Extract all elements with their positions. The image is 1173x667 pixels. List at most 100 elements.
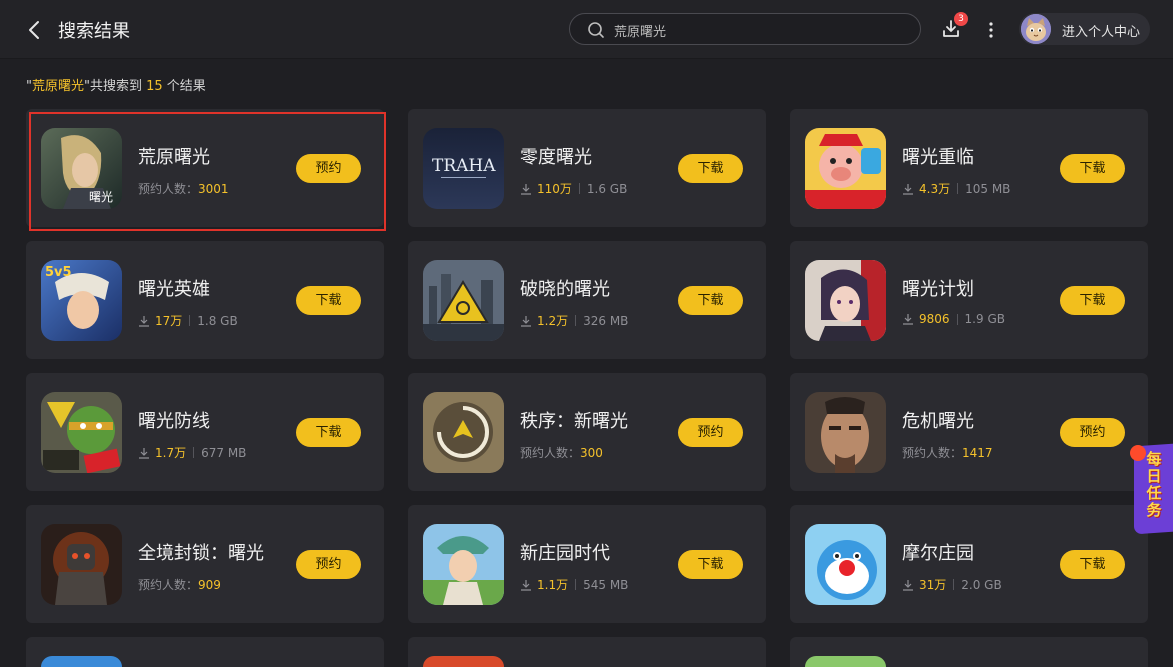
reserve-button[interactable]: 预约 — [1060, 418, 1125, 447]
game-meta: 预约人数： 1417 — [902, 444, 993, 461]
profile-center-button[interactable]: 进入个人中心 — [1019, 13, 1150, 45]
summary-count: 15 — [146, 79, 163, 94]
reserve-button[interactable]: 预约 — [296, 550, 361, 579]
game-card[interactable]: 5v5 曙光英雄 17万 1.8 GB 下载 — [26, 241, 384, 359]
game-icon-yingxiong: 5v5 — [41, 260, 122, 341]
summary-suffix: 个结果 — [162, 79, 206, 94]
file-size: 105 MB — [965, 181, 1011, 196]
download-button[interactable]: 下载 — [678, 550, 743, 579]
download-icon — [139, 315, 149, 327]
game-meta: 1.7万 677 MB — [138, 444, 246, 461]
download-icon — [903, 314, 913, 325]
game-name: 曙光重临 — [902, 147, 974, 168]
game-card-partial[interactable] — [408, 637, 766, 667]
game-meta: 1.2万 326 MB — [520, 312, 628, 329]
search-box[interactable] — [569, 13, 921, 45]
game-card[interactable]: TRAHA 零度曙光 110万 1.6 GB 下载 — [408, 109, 766, 227]
avatar-cat-icon — [1021, 14, 1051, 44]
page-title: 搜索结果 — [58, 21, 130, 42]
game-card[interactable]: 新庄园时代 1.1万 545 MB 下载 — [408, 505, 766, 623]
meta-divider — [575, 579, 577, 590]
download-button[interactable]: 下载 — [1060, 286, 1125, 315]
download-count-badge: 3 — [954, 12, 968, 26]
download-count: 4.3万 — [919, 182, 951, 196]
file-size: 2.0 GB — [961, 577, 1002, 592]
game-card[interactable]: 秩序：新曙光 预约人数： 300 预约 — [408, 373, 766, 491]
game-name: 危机曙光 — [902, 411, 974, 432]
download-button[interactable]: 下载 — [296, 418, 361, 447]
game-icon-lingdu: TRAHA — [423, 128, 504, 209]
game-card[interactable]: 摩尔庄园 31万 2.0 GB 下载 — [790, 505, 1148, 623]
game-icon-weiji — [805, 392, 886, 473]
more-vertical-icon[interactable] — [983, 19, 999, 41]
meta-divider — [193, 447, 195, 458]
game-meta: 31万 2.0 GB — [902, 576, 1002, 593]
game-icon-fangxian — [41, 392, 122, 473]
game-card[interactable]: 破晓的曙光 1.2万 326 MB 下载 — [408, 241, 766, 359]
game-icon-moer — [805, 524, 886, 605]
profile-center-label: 进入个人中心 — [1062, 25, 1141, 40]
svg-text:5v5: 5v5 — [45, 265, 72, 280]
summary-middle: "共搜索到 — [84, 79, 147, 94]
game-icon-partial — [41, 656, 122, 667]
game-card[interactable]: 曙光计划 9806 1.9 GB 下载 — [790, 241, 1148, 359]
game-icon-partial — [423, 656, 504, 667]
daily-task-label: 每日任务 — [1146, 450, 1162, 519]
game-name: 曙光英雄 — [138, 279, 210, 300]
reserve-button[interactable]: 预约 — [678, 418, 743, 447]
game-icon-huangyuan: 曙光 — [41, 128, 122, 209]
game-name: 新庄园时代 — [520, 543, 610, 564]
meta-divider — [575, 315, 577, 326]
game-meta: 4.3万 105 MB — [902, 180, 1010, 197]
game-card-partial[interactable] — [790, 637, 1148, 667]
game-name: 摩尔庄园 — [902, 543, 974, 564]
game-icon-poxiao — [423, 260, 504, 341]
download-icon — [521, 315, 531, 327]
back-arrow-icon[interactable] — [22, 16, 48, 44]
download-count: 110万 — [537, 182, 572, 196]
game-name: 全境封锁：曙光 — [138, 543, 264, 564]
file-size: 545 MB — [583, 577, 629, 592]
game-name: 荒原曙光 — [138, 147, 210, 168]
daily-task-float-button[interactable]: 每日任务 — [1128, 441, 1173, 536]
game-card[interactable]: 全境封锁：曙光 预约人数： 909 预约 — [26, 505, 384, 623]
meta-divider — [578, 183, 580, 194]
game-card-partial[interactable] — [26, 637, 384, 667]
game-card[interactable]: 曙光 荒原曙光 预约人数： 3001 预约 — [26, 109, 384, 227]
download-count: 1.1万 — [537, 578, 569, 592]
reserve-count: 909 — [198, 577, 221, 592]
game-name: 曙光防线 — [138, 411, 210, 432]
download-button[interactable]: 下载 — [1060, 550, 1125, 579]
game-meta: 预约人数： 909 — [138, 576, 221, 593]
download-icon — [903, 183, 913, 195]
meta-divider — [189, 315, 191, 326]
download-button[interactable]: 下载 — [296, 286, 361, 315]
game-meta: 110万 1.6 GB — [520, 180, 627, 197]
game-card[interactable]: 曙光防线 1.7万 677 MB 下载 — [26, 373, 384, 491]
file-size: 1.9 GB — [964, 312, 1005, 326]
download-count: 17万 — [155, 314, 183, 328]
game-icon-zhuangyuan — [423, 524, 504, 605]
download-button[interactable]: 下载 — [678, 286, 743, 315]
download-icon — [521, 579, 531, 591]
game-icon-partial — [805, 656, 886, 667]
game-icon-quanjing — [41, 524, 122, 605]
download-icon — [139, 447, 149, 459]
download-button[interactable]: 下载 — [1060, 154, 1125, 183]
download-count: 31万 — [919, 578, 947, 592]
reserve-label: 预约人数： — [902, 446, 963, 460]
game-card[interactable]: 曙光重临 4.3万 105 MB 下载 — [790, 109, 1148, 227]
game-card[interactable]: 危机曙光 预约人数： 1417 预约 — [790, 373, 1148, 491]
download-count: 1.2万 — [537, 314, 569, 328]
search-input[interactable] — [614, 20, 904, 40]
game-meta: 预约人数： 300 — [520, 444, 603, 461]
download-button[interactable]: 下载 — [678, 154, 743, 183]
download-icon — [521, 183, 531, 195]
game-icon-jihua — [805, 260, 886, 341]
download-count: 1.7万 — [155, 446, 187, 460]
game-meta: 预约人数： 3001 — [138, 180, 229, 197]
svg-text:TRAHA: TRAHA — [432, 156, 496, 176]
reserve-label: 预约人数： — [138, 578, 199, 592]
reserve-button[interactable]: 预约 — [296, 154, 361, 183]
summary-keyword: 荒原曙光 — [31, 79, 84, 94]
